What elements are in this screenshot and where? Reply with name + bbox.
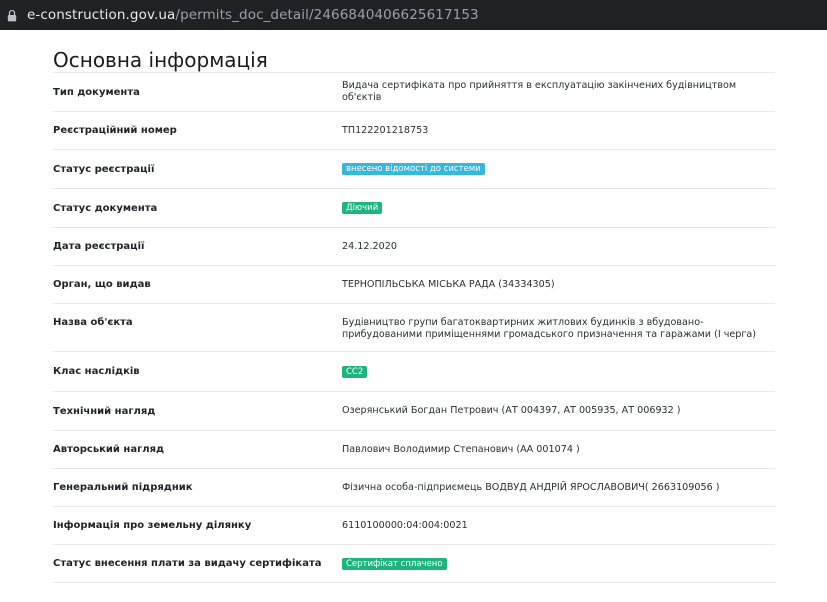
row-general-contractor: Генеральний підрядник Фізична особа-підп… [53,469,775,507]
row-label: Статус документа [53,202,158,214]
row-document-type: Тип документа Видача сертифіката про при… [53,73,775,112]
url-text[interactable]: e-construction.gov.ua/permits_doc_detail… [27,7,479,23]
lock-icon[interactable] [6,8,18,22]
row-value: ТЕРНОПІЛЬСЬКА МІСЬКА РАДА (34334305) [342,278,555,290]
consequence-class-badge: СС2 [342,365,368,378]
row-technical-supervision: Технічний нагляд Озерянський Богдан Петр… [53,392,775,431]
row-land-plot-info: Інформація про земельну ділянку 61101000… [53,507,775,545]
payment-status-badge: Сертифікат сплачено [342,557,447,570]
row-label: Генеральний підрядник [53,482,193,493]
row-value: Сертифікат сплачено [342,557,775,570]
row-label: Статус внесення плати за видачу сертифік… [53,558,322,569]
row-registration-number: Реєстраційний номер ТП122201218753 [53,112,775,150]
info-table: Тип документа Видача сертифіката про при… [53,72,775,583]
row-value: 6110100000:04:004:0021 [342,519,468,531]
row-label: Орган, що видав [53,279,151,290]
row-registration-status: Статус реєстрації внесено відомості до с… [53,150,775,189]
browser-address-bar[interactable]: e-construction.gov.ua/permits_doc_detail… [0,0,827,30]
row-label: Інформація про земельну ділянку [53,520,252,531]
row-value: Будівництво групи багатоквартирних житло… [342,317,757,340]
url-path: /permits_doc_detail/2466840406625617153 [175,7,479,23]
row-value: СС2 [342,365,775,378]
document-status-badge: Діючий [342,202,383,214]
row-value: Павлович Володимир Степанович (АА 001074… [342,443,580,455]
url-host: e-construction.gov.ua [27,7,176,23]
row-issuing-authority: Орган, що видав ТЕРНОПІЛЬСЬКА МІСЬКА РАД… [53,266,775,304]
row-value: Видача сертифіката про прийняття в експл… [342,80,737,103]
row-label: Дата реєстрації [53,241,145,252]
row-document-status: Статус документа Діючий [53,189,775,228]
row-registration-date: Дата реєстрації 24.12.2020 [53,228,775,266]
row-label: Клас наслідків [53,366,140,377]
row-consequence-class: Клас наслідків СС2 [53,352,775,392]
row-value: 24.12.2020 [342,240,397,252]
row-label: Статус реєстрації [53,163,155,175]
row-value: внесено відомості до системи [342,163,775,175]
row-author-supervision: Авторський нагляд Павлович Володимир Сте… [53,431,775,469]
page-title: Основна інформація [53,48,268,72]
registration-status-badge: внесено відомості до системи [342,163,485,175]
row-value: Діючий [342,202,775,214]
row-value: Фізична особа-підприємець ВОДВУД АНДРІЙ … [342,481,720,493]
row-label: Авторський нагляд [53,444,165,455]
row-label: Назва об'єкта [53,317,133,328]
row-label: Тип документа [53,86,140,98]
main-content: Основна інформація Тип документа Видача … [53,30,775,583]
row-value: Озерянський Богдан Петрович (АТ 004397, … [342,405,681,416]
row-payment-status: Статус внесення плати за видачу сертифік… [53,545,775,583]
row-label: Технічний нагляд [53,405,156,417]
row-value: ТП122201218753 [342,124,429,136]
row-object-name: Назва об'єкта Будівництво групи багатокв… [53,304,775,352]
row-label: Реєстраційний номер [53,125,177,136]
